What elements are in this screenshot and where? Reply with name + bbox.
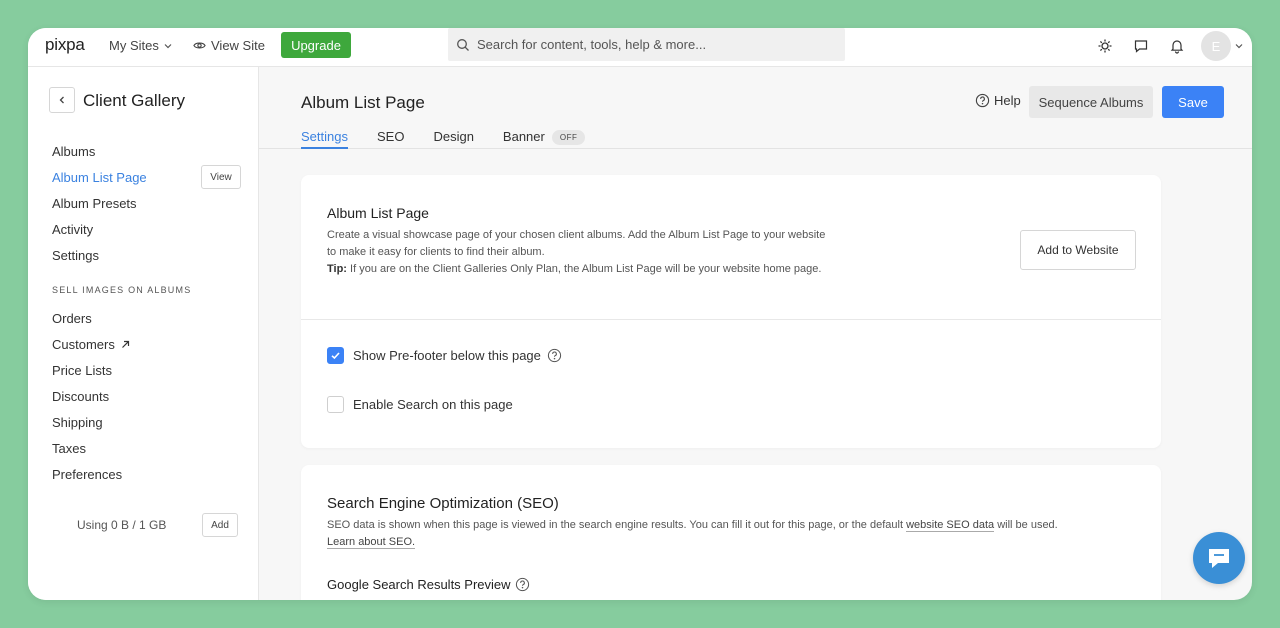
sidebar-item-activity[interactable]: Activity (52, 216, 252, 242)
view-site-label: View Site (211, 38, 265, 53)
tip-label: Tip: (327, 263, 347, 275)
tab-design[interactable]: Design (433, 129, 473, 149)
global-search[interactable] (448, 28, 845, 61)
seo-desc-text-2: will be used. (994, 519, 1058, 531)
help-circle-icon[interactable] (515, 577, 530, 592)
chat-support-button[interactable] (1193, 532, 1245, 584)
sidebar-item-orders[interactable]: Orders (52, 305, 252, 331)
upgrade-button[interactable]: Upgrade (281, 32, 351, 58)
tab-banner-label: Banner (502, 129, 545, 144)
eye-icon (193, 42, 206, 49)
google-preview-heading: Google Search Results Preview (327, 577, 530, 592)
sell-images-section-label: SELL IMAGES ON ALBUMS (52, 285, 192, 295)
sidebar-item-taxes[interactable]: Taxes (52, 435, 252, 461)
tab-banner[interactable]: Banner OFF (502, 129, 586, 149)
search-option: Enable Search on this page (327, 396, 513, 413)
sidebar: Client Gallery Albums Album List Page Al… (28, 67, 259, 600)
prefooter-checkbox[interactable] (327, 347, 344, 364)
card-divider (301, 319, 1161, 320)
back-button[interactable] (49, 87, 75, 113)
top-bar: pixpa My Sites View Site Upgrade E (28, 28, 1252, 67)
theme-toggle-sun-icon[interactable] (1095, 36, 1115, 56)
enable-search-checkbox[interactable] (327, 396, 344, 413)
help-circle-icon[interactable] (547, 348, 562, 363)
page-title: Album List Page (301, 93, 425, 112)
prefooter-label: Show Pre-footer below this page (353, 348, 541, 363)
album-list-card-title: Album List Page (327, 205, 429, 221)
add-storage-button[interactable]: Add (202, 513, 238, 537)
website-seo-data-link[interactable]: website SEO data (906, 519, 995, 532)
my-sites-label: My Sites (109, 38, 159, 53)
google-preview-label: Google Search Results Preview (327, 577, 511, 592)
sidebar-item-albums[interactable]: Albums (52, 138, 252, 164)
tab-settings[interactable]: Settings (301, 129, 348, 149)
messages-icon[interactable] (1131, 36, 1151, 56)
enable-search-label: Enable Search on this page (353, 397, 513, 412)
my-sites-dropdown[interactable]: My Sites (109, 38, 173, 53)
account-menu[interactable]: E (1201, 31, 1244, 61)
seo-card-title: Search Engine Optimization (SEO) (327, 495, 559, 512)
prefooter-option: Show Pre-footer below this page (327, 347, 562, 364)
main-header: Album List Page Help Sequence Albums Sav… (259, 67, 1252, 149)
help-link[interactable]: Help (975, 93, 1021, 108)
customers-label: Customers (52, 336, 115, 352)
sidebar-item-customers[interactable]: Customers (52, 331, 252, 357)
pixpa-logo[interactable]: pixpa (45, 35, 85, 55)
sidebar-nav: Albums Album List Page Album Presets Act… (52, 138, 252, 268)
top-right-icons: E (1095, 31, 1244, 61)
seo-card: Search Engine Optimization (SEO) SEO dat… (301, 465, 1161, 600)
view-site-link[interactable]: View Site (193, 38, 265, 53)
checkmark-icon (331, 352, 340, 360)
chevron-left-icon (59, 96, 64, 104)
sell-nav: Orders Customers Price Lists Discounts S… (52, 305, 252, 487)
seo-desc-text-1: SEO data is shown when this page is view… (327, 519, 907, 531)
sidebar-item-price-lists[interactable]: Price Lists (52, 357, 252, 383)
help-circle-icon (975, 93, 990, 108)
add-to-website-button[interactable]: Add to Website (1020, 230, 1136, 270)
chevron-down-icon (1235, 44, 1243, 49)
notifications-bell-icon[interactable] (1167, 36, 1187, 56)
search-icon (457, 38, 469, 51)
seo-description: SEO data is shown when this page is view… (327, 517, 1137, 551)
sidebar-item-discounts[interactable]: Discounts (52, 383, 252, 409)
storage-usage: Using 0 B / 1 GB (77, 518, 167, 532)
tab-seo[interactable]: SEO (377, 129, 404, 149)
app-window: pixpa My Sites View Site Upgrade E (28, 28, 1252, 600)
sidebar-item-preferences[interactable]: Preferences (52, 461, 252, 487)
help-label: Help (994, 93, 1021, 108)
save-button[interactable]: Save (1162, 86, 1224, 118)
chevron-down-icon (164, 43, 172, 48)
tab-bar: Settings SEO Design Banner OFF (301, 129, 614, 149)
sidebar-item-album-presets[interactable]: Album Presets (52, 190, 252, 216)
sidebar-item-shipping[interactable]: Shipping (52, 409, 252, 435)
tip-text: If you are on the Client Galleries Only … (350, 263, 822, 275)
album-list-desc-text: Create a visual showcase page of your ch… (327, 229, 826, 258)
banner-status-badge: OFF (551, 130, 586, 145)
album-list-page-card: Album List Page Create a visual showcase… (301, 175, 1161, 448)
external-link-arrow-icon (121, 340, 129, 348)
sidebar-title: Client Gallery (83, 91, 186, 110)
avatar: E (1201, 31, 1231, 61)
sequence-albums-button[interactable]: Sequence Albums (1029, 86, 1153, 118)
view-page-button[interactable]: View (201, 165, 241, 189)
search-input[interactable] (477, 37, 837, 52)
chat-bubble-icon (1209, 549, 1229, 568)
learn-about-seo-link[interactable]: Learn about SEO. (327, 536, 416, 549)
sidebar-item-settings[interactable]: Settings (52, 242, 252, 268)
album-list-description: Create a visual showcase page of your ch… (327, 227, 837, 278)
